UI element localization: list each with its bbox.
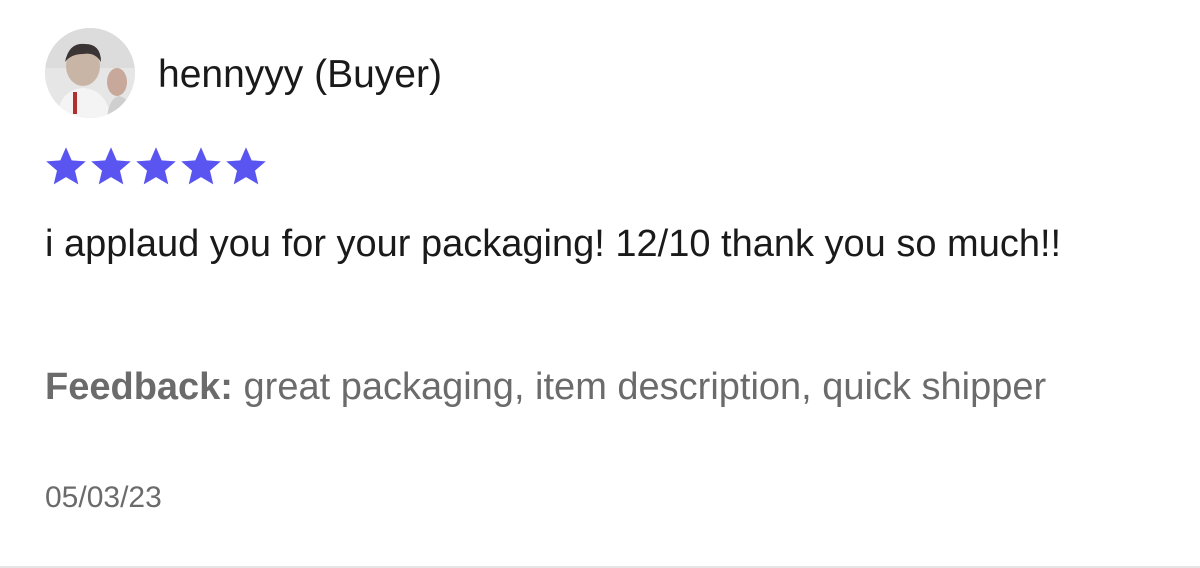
star-icon (136, 147, 176, 185)
feedback-label: Feedback: (45, 366, 233, 408)
reviewer-avatar[interactable] (45, 28, 135, 118)
review-card: hennyyy (Buyer) i applaud you for your p… (0, 0, 1200, 568)
star-icon (46, 147, 86, 185)
star-icon (91, 147, 131, 185)
star-rating (44, 144, 268, 188)
review-text: i applaud you for your packaging! 12/10 … (45, 223, 1062, 265)
avatar-photo-icon (45, 28, 135, 118)
star-icon (181, 147, 221, 185)
feedback-tags: great packaging, item description, quick… (232, 366, 1047, 408)
star-icon (226, 147, 266, 185)
review-date: 05/03/23 (45, 481, 162, 514)
reviewer-name[interactable]: hennyyy (Buyer) (158, 50, 442, 100)
feedback: Feedback: great packaging, item descript… (45, 357, 1155, 417)
